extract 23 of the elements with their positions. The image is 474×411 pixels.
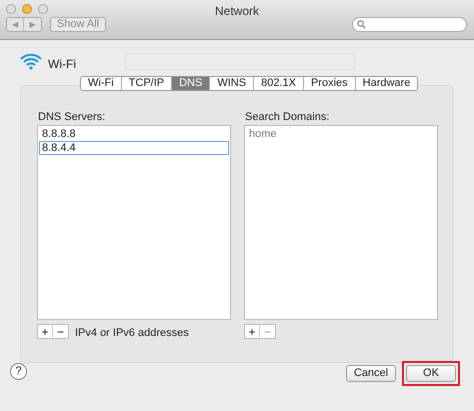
dns-servers-label: DNS Servers: bbox=[38, 110, 106, 125]
list-item[interactable]: home bbox=[246, 127, 436, 141]
close-icon[interactable] bbox=[6, 4, 16, 14]
zoom-icon[interactable] bbox=[38, 4, 48, 14]
search-domains-list[interactable]: home bbox=[244, 125, 438, 320]
search-domains-label: Search Domains: bbox=[245, 110, 330, 125]
add-button[interactable]: + bbox=[245, 325, 260, 338]
minimize-icon[interactable] bbox=[22, 4, 32, 14]
list-item[interactable]: 8.8.4.4 bbox=[39, 141, 229, 155]
tab[interactable]: DNS bbox=[171, 77, 210, 90]
tab[interactable]: Hardware bbox=[354, 77, 418, 90]
help-button[interactable]: ? bbox=[10, 363, 27, 380]
address-hint: IPv4 or IPv6 addresses bbox=[75, 326, 189, 341]
search-icon bbox=[357, 20, 366, 29]
search-field[interactable] bbox=[352, 17, 467, 32]
list-item[interactable]: 8.8.8.8 bbox=[39, 127, 229, 141]
window-title: Network bbox=[214, 3, 260, 20]
service-name: Wi-Fi bbox=[48, 56, 76, 73]
ok-button[interactable]: OK bbox=[402, 361, 460, 386]
wifi-icon bbox=[20, 53, 42, 70]
dns-servers-list[interactable]: 8.8.8.8 8.8.4.4 bbox=[37, 125, 231, 320]
remove-button[interactable]: − bbox=[53, 325, 68, 338]
add-button[interactable]: + bbox=[38, 325, 53, 338]
